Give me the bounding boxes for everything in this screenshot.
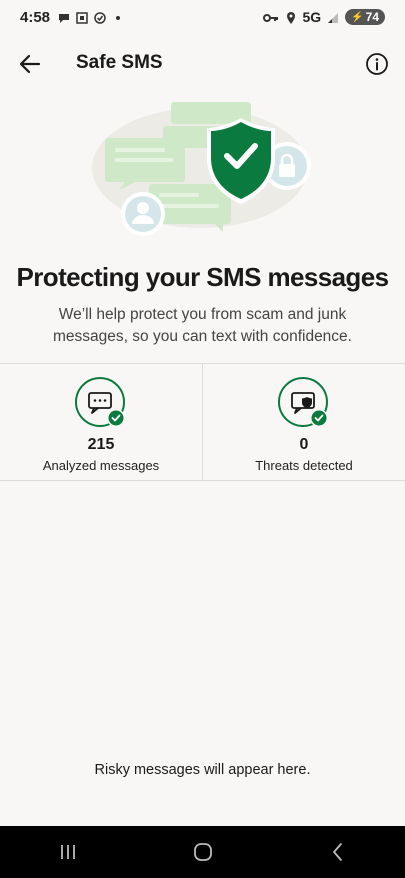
- location-icon: [285, 11, 297, 24]
- page-title: Safe SMS: [76, 52, 163, 73]
- threats-count: 0: [299, 436, 309, 453]
- headline: Protecting your SMS messages: [16, 262, 389, 292]
- chevron-left-icon: [332, 843, 342, 861]
- threats-label: Threats detected: [255, 458, 353, 473]
- info-icon: [366, 53, 388, 75]
- shield-message-check-icon: [277, 376, 331, 430]
- signal-icon: [327, 11, 339, 23]
- empty-state-message: Risky messages will appear here.: [94, 762, 311, 778]
- dot-icon: [112, 11, 124, 23]
- home-icon: [193, 843, 212, 861]
- info-button[interactable]: [363, 50, 391, 78]
- system-nav-bar: [0, 826, 405, 878]
- analyzed-label: Analyzed messages: [42, 458, 160, 473]
- stat-threats-detected: 0 Threats detected: [202, 364, 405, 480]
- screenshot-icon: [76, 11, 88, 24]
- hero-illustration: [85, 96, 325, 246]
- status-time: 4:58: [20, 8, 51, 26]
- arrow-left-icon: [19, 54, 41, 74]
- battery-icon: ⚡: [351, 11, 364, 23]
- network-type: 5G: [302, 9, 322, 25]
- recents-button[interactable]: [48, 832, 88, 872]
- description: We’ll help protect you from scam and jun…: [53, 306, 352, 345]
- home-button[interactable]: [183, 832, 223, 872]
- chat-bubble-icon: [58, 11, 70, 23]
- back-button[interactable]: [16, 50, 44, 78]
- app-bar: Safe SMS: [0, 40, 405, 88]
- status-bar: 4:58 5G ⚡ 74: [0, 0, 405, 34]
- battery-indicator: ⚡ 74: [345, 9, 385, 25]
- recents-icon: [60, 845, 75, 859]
- check-circle-icon: [94, 11, 106, 24]
- message-check-icon: [74, 376, 128, 430]
- stat-analyzed-messages: 215 Analyzed messages: [0, 364, 202, 480]
- stats-panel: 215 Analyzed messages 0 Threats detected: [0, 363, 405, 481]
- battery-level: 74: [365, 10, 379, 24]
- analyzed-count: 215: [87, 436, 115, 453]
- system-back-button[interactable]: [318, 832, 358, 872]
- key-icon: [262, 11, 279, 23]
